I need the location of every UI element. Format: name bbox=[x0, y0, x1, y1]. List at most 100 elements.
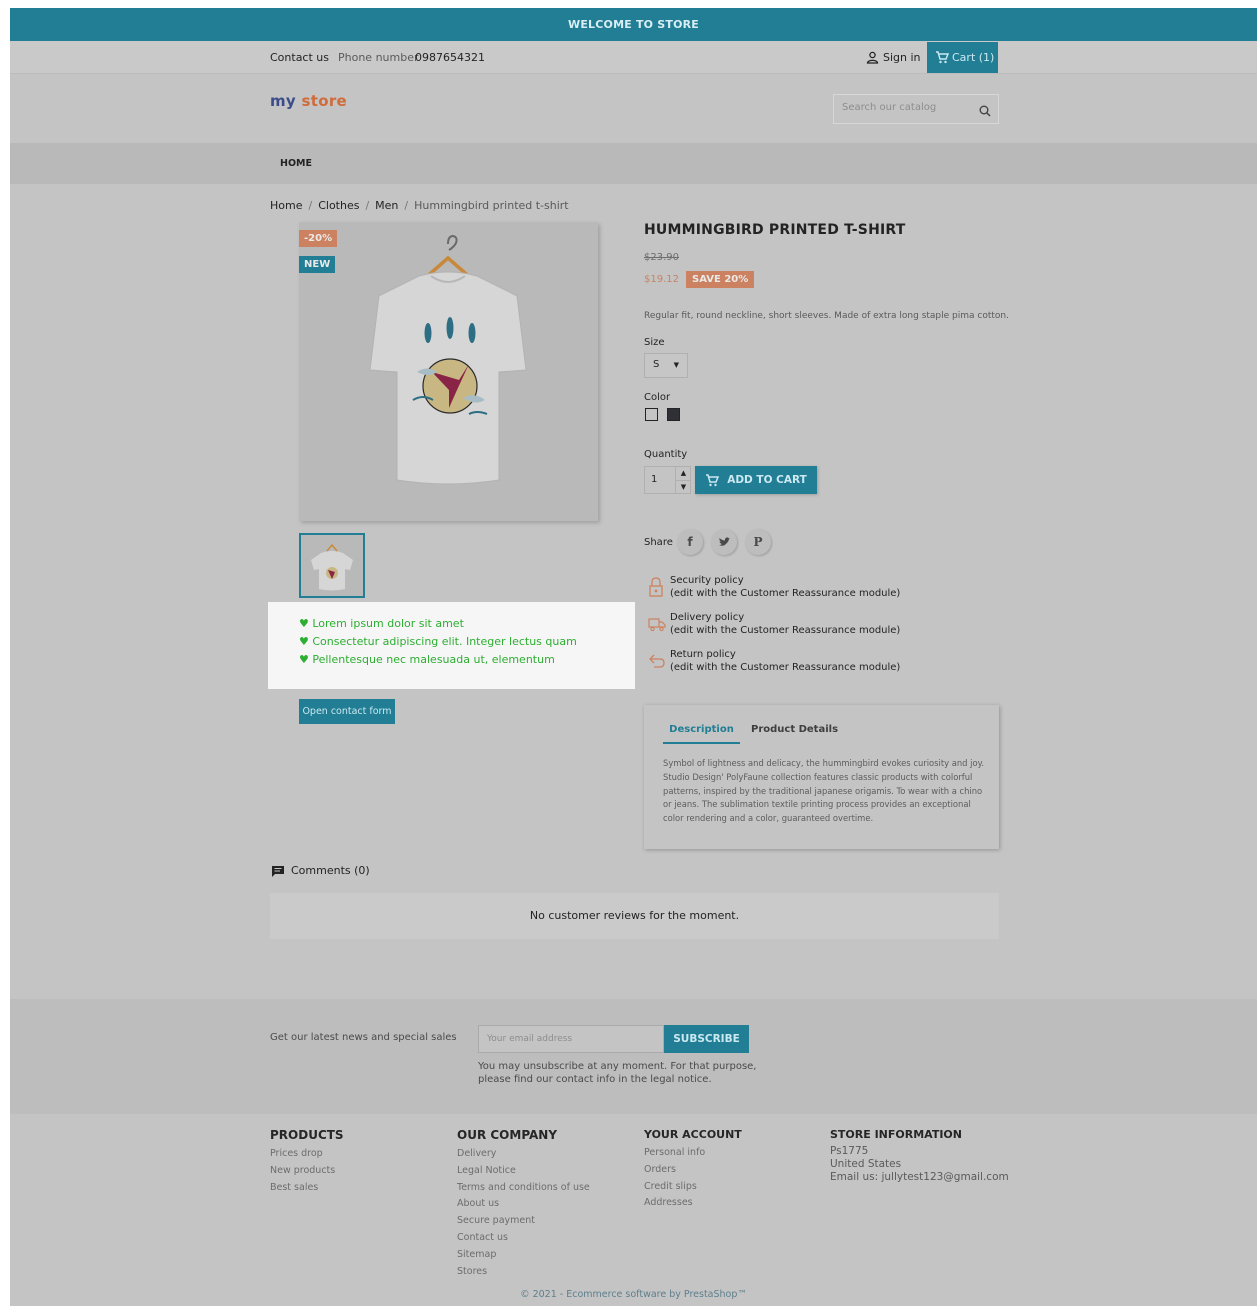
description-line: Symbol of lightness and delicacy, the hu… bbox=[663, 758, 985, 768]
footer-link[interactable]: Secure payment bbox=[457, 1213, 590, 1230]
quantity-decrease-button[interactable]: ▼ bbox=[675, 480, 691, 494]
pinterest-icon: P bbox=[753, 535, 763, 549]
copyright[interactable]: © 2021 - Ecommerce software by PrestaSho… bbox=[10, 1289, 1257, 1300]
open-contact-form-button[interactable]: Open contact form bbox=[299, 699, 395, 724]
chevron-down-icon: ▼ bbox=[680, 483, 687, 491]
footer-link[interactable]: Contact us bbox=[457, 1230, 590, 1247]
top-nav bbox=[10, 41, 1257, 74]
reassurance-title: Return policy bbox=[670, 649, 736, 660]
phone-number: 0987654321 bbox=[415, 51, 485, 64]
breadcrumb-separator: / bbox=[365, 199, 370, 212]
store-email-label: Email us: bbox=[830, 1171, 879, 1183]
twitter-icon bbox=[718, 536, 730, 546]
footer-link[interactable]: Terms and conditions of use bbox=[457, 1180, 590, 1197]
footer-link[interactable]: New products bbox=[270, 1163, 344, 1180]
tab-product-details[interactable]: Product Details bbox=[751, 724, 838, 735]
breadcrumb-current: Hummingbird printed t-shirt bbox=[414, 199, 569, 212]
old-price: $23.90 bbox=[644, 252, 679, 263]
logo-part-store: store bbox=[301, 92, 348, 110]
reassurance-subtitle: (edit with the Customer Reassurance modu… bbox=[670, 662, 901, 673]
description-line: or jeans. The sublimation textile printi… bbox=[663, 799, 971, 810]
current-price: $19.12 bbox=[644, 274, 679, 285]
color-swatch-black[interactable] bbox=[667, 408, 680, 421]
discount-flag: -20% bbox=[299, 230, 338, 247]
reassurance-title: Delivery policy bbox=[670, 612, 745, 623]
footer-link[interactable]: Orders bbox=[644, 1162, 742, 1179]
facebook-icon: f bbox=[687, 535, 693, 549]
breadcrumb-clothes[interactable]: Clothes bbox=[318, 199, 359, 212]
caret-down-icon: ▼ bbox=[673, 361, 679, 369]
cart-button[interactable]: Cart (1) bbox=[927, 42, 998, 73]
description-line: Studio Design' PolyFaune collection feat… bbox=[663, 771, 973, 782]
reassurance-security: Security policy (edit with the Customer … bbox=[670, 574, 900, 600]
footer-link[interactable]: Legal Notice bbox=[457, 1163, 590, 1180]
sign-in-label: Sign in bbox=[883, 51, 921, 64]
contact-us-link[interactable]: Contact us bbox=[270, 51, 329, 64]
store-email: Email us: jullytest123@gmail.com bbox=[830, 1171, 1009, 1184]
quantity-label: Quantity bbox=[644, 449, 688, 460]
reviews-empty-box: No customer reviews for the moment. bbox=[270, 893, 999, 939]
email-input[interactable]: Your email address bbox=[478, 1025, 664, 1053]
footer-column-company: OUR COMPANY Delivery Legal Notice Terms … bbox=[457, 1128, 590, 1280]
search-input[interactable]: Search our catalog bbox=[833, 94, 999, 124]
store-info-line: United States bbox=[830, 1158, 902, 1170]
header bbox=[10, 75, 1257, 143]
subscribe-button[interactable]: SUBSCRIBE bbox=[664, 1025, 749, 1053]
footer-link[interactable]: Best sales bbox=[270, 1180, 344, 1197]
search-icon[interactable] bbox=[979, 105, 991, 117]
newsletter-section bbox=[10, 999, 1257, 1114]
newsletter-note: You may unsubscribe at any moment. For t… bbox=[478, 1060, 756, 1086]
menu-item-home[interactable]: HOME bbox=[280, 158, 312, 169]
comments-label[interactable]: Comments (0) bbox=[291, 864, 370, 877]
sign-in-link[interactable]: Sign in bbox=[866, 51, 921, 64]
tshirt-image bbox=[369, 234, 527, 485]
store-logo[interactable]: my store bbox=[270, 92, 347, 110]
footer-link[interactable]: Credit slips bbox=[644, 1179, 742, 1196]
tab-description[interactable]: Description bbox=[663, 724, 740, 744]
product-thumbnail[interactable] bbox=[299, 533, 365, 598]
short-description: Regular fit, round neckline, short sleev… bbox=[644, 311, 1009, 321]
welcome-banner: WELCOME TO STORE bbox=[10, 8, 1257, 41]
color-swatch-white[interactable] bbox=[645, 408, 658, 421]
footer-heading: YOUR ACCOUNT bbox=[644, 1128, 742, 1141]
footer-column-account: YOUR ACCOUNT Personal info Orders Credit… bbox=[644, 1128, 742, 1212]
search-placeholder: Search our catalog bbox=[842, 102, 937, 113]
cart-icon bbox=[936, 51, 949, 64]
new-flag: NEW bbox=[299, 256, 336, 273]
footer-link[interactable]: Addresses bbox=[644, 1195, 742, 1212]
cart-label: Cart (1) bbox=[952, 51, 995, 64]
breadcrumb-men[interactable]: Men bbox=[375, 199, 398, 212]
footer-link[interactable]: Stores bbox=[457, 1264, 590, 1281]
footer-link[interactable]: Prices drop bbox=[270, 1146, 344, 1163]
pinterest-share-button[interactable]: P bbox=[745, 529, 771, 555]
comment-icon bbox=[272, 866, 284, 877]
product-title: HUMMINGBIRD PRINTED T-SHIRT bbox=[644, 222, 906, 238]
reassurance-subtitle: (edit with the Customer Reassurance modu… bbox=[670, 588, 901, 599]
description-line: patterns, inspired by the traditional ja… bbox=[663, 785, 983, 796]
footer-heading: OUR COMPANY bbox=[457, 1128, 558, 1142]
feature-item: ♥ Consectetur adipiscing elit. Integer l… bbox=[299, 635, 577, 648]
feature-text: Consectetur adipiscing elit. Integer lec… bbox=[312, 635, 577, 648]
breadcrumb-home[interactable]: Home bbox=[270, 199, 302, 212]
footer-link[interactable]: About us bbox=[457, 1196, 590, 1213]
footer-link[interactable]: Delivery bbox=[457, 1146, 590, 1163]
store-email-link[interactable]: jullytest123@gmail.com bbox=[881, 1171, 1008, 1183]
reassurance-subtitle: (edit with the Customer Reassurance modu… bbox=[670, 625, 901, 636]
quantity-increase-button[interactable]: ▲ bbox=[675, 466, 691, 480]
share-label: Share bbox=[644, 537, 673, 548]
twitter-share-button[interactable] bbox=[711, 529, 737, 555]
footer-heading: STORE INFORMATION bbox=[830, 1128, 962, 1141]
footer-column-store-info: STORE INFORMATION Ps1775 United States E… bbox=[830, 1128, 1009, 1184]
phone-label: Phone number bbox=[338, 51, 419, 64]
email-placeholder: Your email address bbox=[487, 1034, 573, 1044]
newsletter-note-line: You may unsubscribe at any moment. For t… bbox=[478, 1061, 757, 1072]
page-frame: WELCOME TO STORE Contact us Phone number… bbox=[10, 8, 1257, 1306]
add-to-cart-button[interactable]: ADD TO CART bbox=[695, 466, 817, 494]
product-cover-image[interactable] bbox=[299, 222, 598, 521]
size-select[interactable]: S ▼ bbox=[644, 353, 688, 378]
facebook-share-button[interactable]: f bbox=[677, 529, 703, 555]
feature-text: Lorem ipsum dolor sit amet bbox=[312, 617, 464, 630]
footer-link[interactable]: Sitemap bbox=[457, 1247, 590, 1264]
footer-link[interactable]: Personal info bbox=[644, 1145, 742, 1162]
cart-icon bbox=[706, 473, 720, 486]
